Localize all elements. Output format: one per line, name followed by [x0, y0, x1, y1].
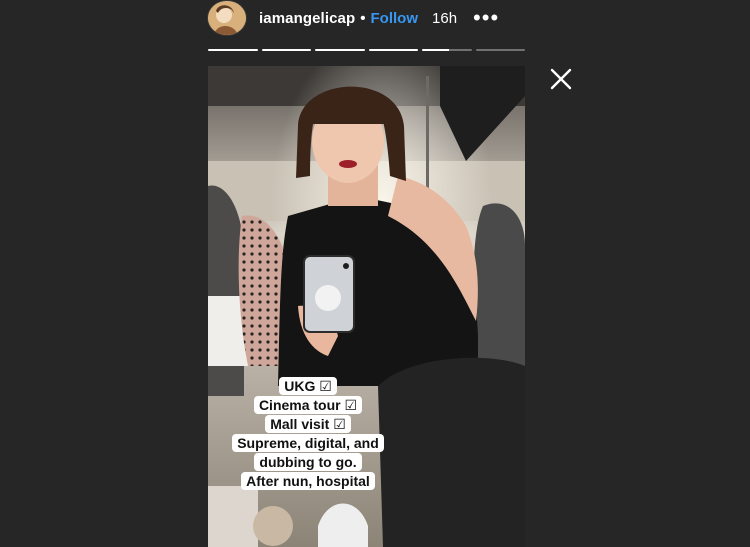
caption-line: Mall visit ☑: [265, 415, 351, 433]
progress-fill: [315, 49, 365, 51]
progress-fill: [208, 49, 258, 51]
caption-line: UKG ☑: [279, 377, 337, 395]
progress-segment: [261, 49, 311, 51]
progress-fill: [261, 49, 311, 51]
story-media[interactable]: UKG ☑ Cinema tour ☑ Mall visit ☑ Supreme…: [208, 66, 525, 547]
story-progress: [208, 49, 525, 52]
separator-dot: •: [360, 9, 366, 27]
progress-fill: [368, 49, 418, 51]
story-captions: UKG ☑ Cinema tour ☑ Mall visit ☑ Supreme…: [208, 376, 408, 490]
more-options-icon[interactable]: •••: [473, 7, 499, 29]
profile-avatar[interactable]: [207, 0, 247, 36]
caption-line: dubbing to go.: [254, 453, 362, 471]
progress-segment: [315, 49, 365, 51]
username-link[interactable]: iamangelicap: [259, 10, 355, 27]
caption-line: After nun, hospital: [241, 472, 375, 490]
story-header: iamangelicap • Follow 16h •••: [207, 0, 527, 36]
caption-line: Cinema tour ☑: [253, 396, 363, 414]
follow-button[interactable]: Follow: [371, 10, 419, 27]
post-time: 16h: [432, 9, 458, 27]
progress-segment: [422, 49, 472, 51]
close-icon[interactable]: [549, 67, 573, 91]
progress-segment: [368, 49, 418, 51]
progress-fill: [422, 49, 450, 51]
story-viewer: iamangelicap • Follow 16h ••• UKG ☑ Cine…: [0, 0, 750, 547]
progress-segment: [208, 49, 258, 51]
progress-segment: [475, 49, 525, 51]
caption-line: Supreme, digital, and: [232, 434, 384, 452]
